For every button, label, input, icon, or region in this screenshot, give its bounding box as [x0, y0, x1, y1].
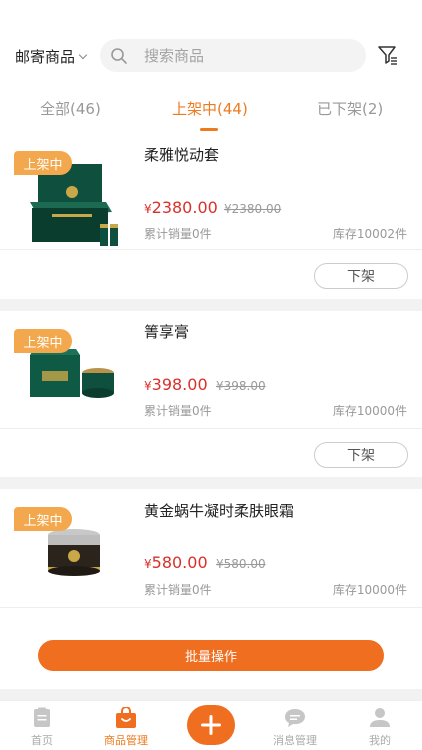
- status-tabs: 全部(46) 上架中(44) 已下架(2): [0, 88, 422, 134]
- nav-label: 商品管理: [104, 734, 148, 747]
- tab-all[interactable]: 全部(46): [40, 98, 101, 119]
- product-card: 上架中 柔雅悦动套 ¥2380.00 ¥2380.00 累计销量0件 库存100…: [0, 134, 422, 299]
- filter-icon[interactable]: [377, 44, 399, 66]
- product-card: 上架中 箐享膏 ¥398.00 ¥398.00 累计销量0件 库存10000件 …: [0, 311, 422, 477]
- status-badge: 上架中: [14, 151, 72, 175]
- add-product-button[interactable]: [187, 705, 235, 745]
- nav-label: 首页: [31, 734, 53, 747]
- divider: [0, 428, 422, 429]
- product-image: [48, 529, 100, 576]
- original-price: ¥580.00: [216, 557, 266, 571]
- stock-count: 库存10000件: [332, 583, 407, 597]
- stock-count: 库存10000件: [332, 404, 407, 418]
- tab-off-sale[interactable]: 已下架(2): [317, 98, 383, 119]
- top-bar: 邮寄商品: [0, 0, 422, 88]
- search-box[interactable]: [100, 39, 366, 72]
- batch-operation-button[interactable]: 批量操作: [38, 640, 384, 671]
- unlist-button[interactable]: 下架: [314, 442, 408, 468]
- search-icon: [111, 47, 127, 64]
- unlist-button[interactable]: 下架: [314, 263, 408, 289]
- sales-count: 累计销量0件: [144, 583, 212, 597]
- original-price: ¥2380.00: [224, 202, 282, 216]
- active-tab-indicator: [200, 128, 218, 131]
- home-icon: [34, 707, 50, 727]
- sales-count: 累计销量0件: [144, 227, 212, 241]
- product-price: ¥2380.00: [144, 198, 218, 217]
- nav-home[interactable]: 首页: [0, 707, 84, 748]
- divider: [0, 249, 422, 250]
- currency-symbol: ¥: [144, 557, 152, 571]
- price-value: 580.00: [151, 553, 208, 572]
- original-price: ¥398.00: [216, 379, 266, 393]
- product-image: [30, 349, 114, 398]
- bag-icon: [116, 707, 136, 728]
- product-name: 柔雅悦动套: [144, 146, 220, 164]
- product-name: 黄金蜗牛凝时柔肤眼霜: [144, 502, 295, 520]
- divider: [0, 607, 422, 608]
- product-price: ¥398.00: [144, 375, 208, 394]
- status-badge: 上架中: [14, 329, 72, 353]
- currency-symbol: ¥: [144, 202, 152, 216]
- nav-product-management[interactable]: 商品管理: [84, 707, 168, 748]
- nav-label: 消息管理: [273, 734, 317, 747]
- product-price: ¥580.00: [144, 553, 208, 572]
- sales-count: 累计销量0件: [144, 404, 212, 418]
- nav-mine[interactable]: 我的: [338, 707, 422, 748]
- chevron-down-icon: [78, 50, 88, 59]
- scope-selector[interactable]: 邮寄商品: [15, 46, 88, 67]
- price-value: 398.00: [151, 375, 208, 394]
- plus-icon: [201, 715, 221, 735]
- nav-label: 我的: [369, 734, 391, 747]
- tab-on-sale[interactable]: 上架中(44): [172, 98, 248, 119]
- chat-icon: [285, 709, 305, 727]
- search-input[interactable]: [144, 46, 344, 65]
- status-badge: 上架中: [14, 507, 72, 531]
- price-value: 2380.00: [151, 198, 218, 217]
- scope-label: 邮寄商品: [15, 48, 76, 66]
- user-icon: [370, 708, 390, 727]
- currency-symbol: ¥: [144, 379, 152, 393]
- product-name: 箐享膏: [144, 323, 190, 341]
- product-image: [30, 164, 118, 246]
- nav-messages[interactable]: 消息管理: [253, 707, 337, 748]
- stock-count: 库存10002件: [332, 227, 407, 241]
